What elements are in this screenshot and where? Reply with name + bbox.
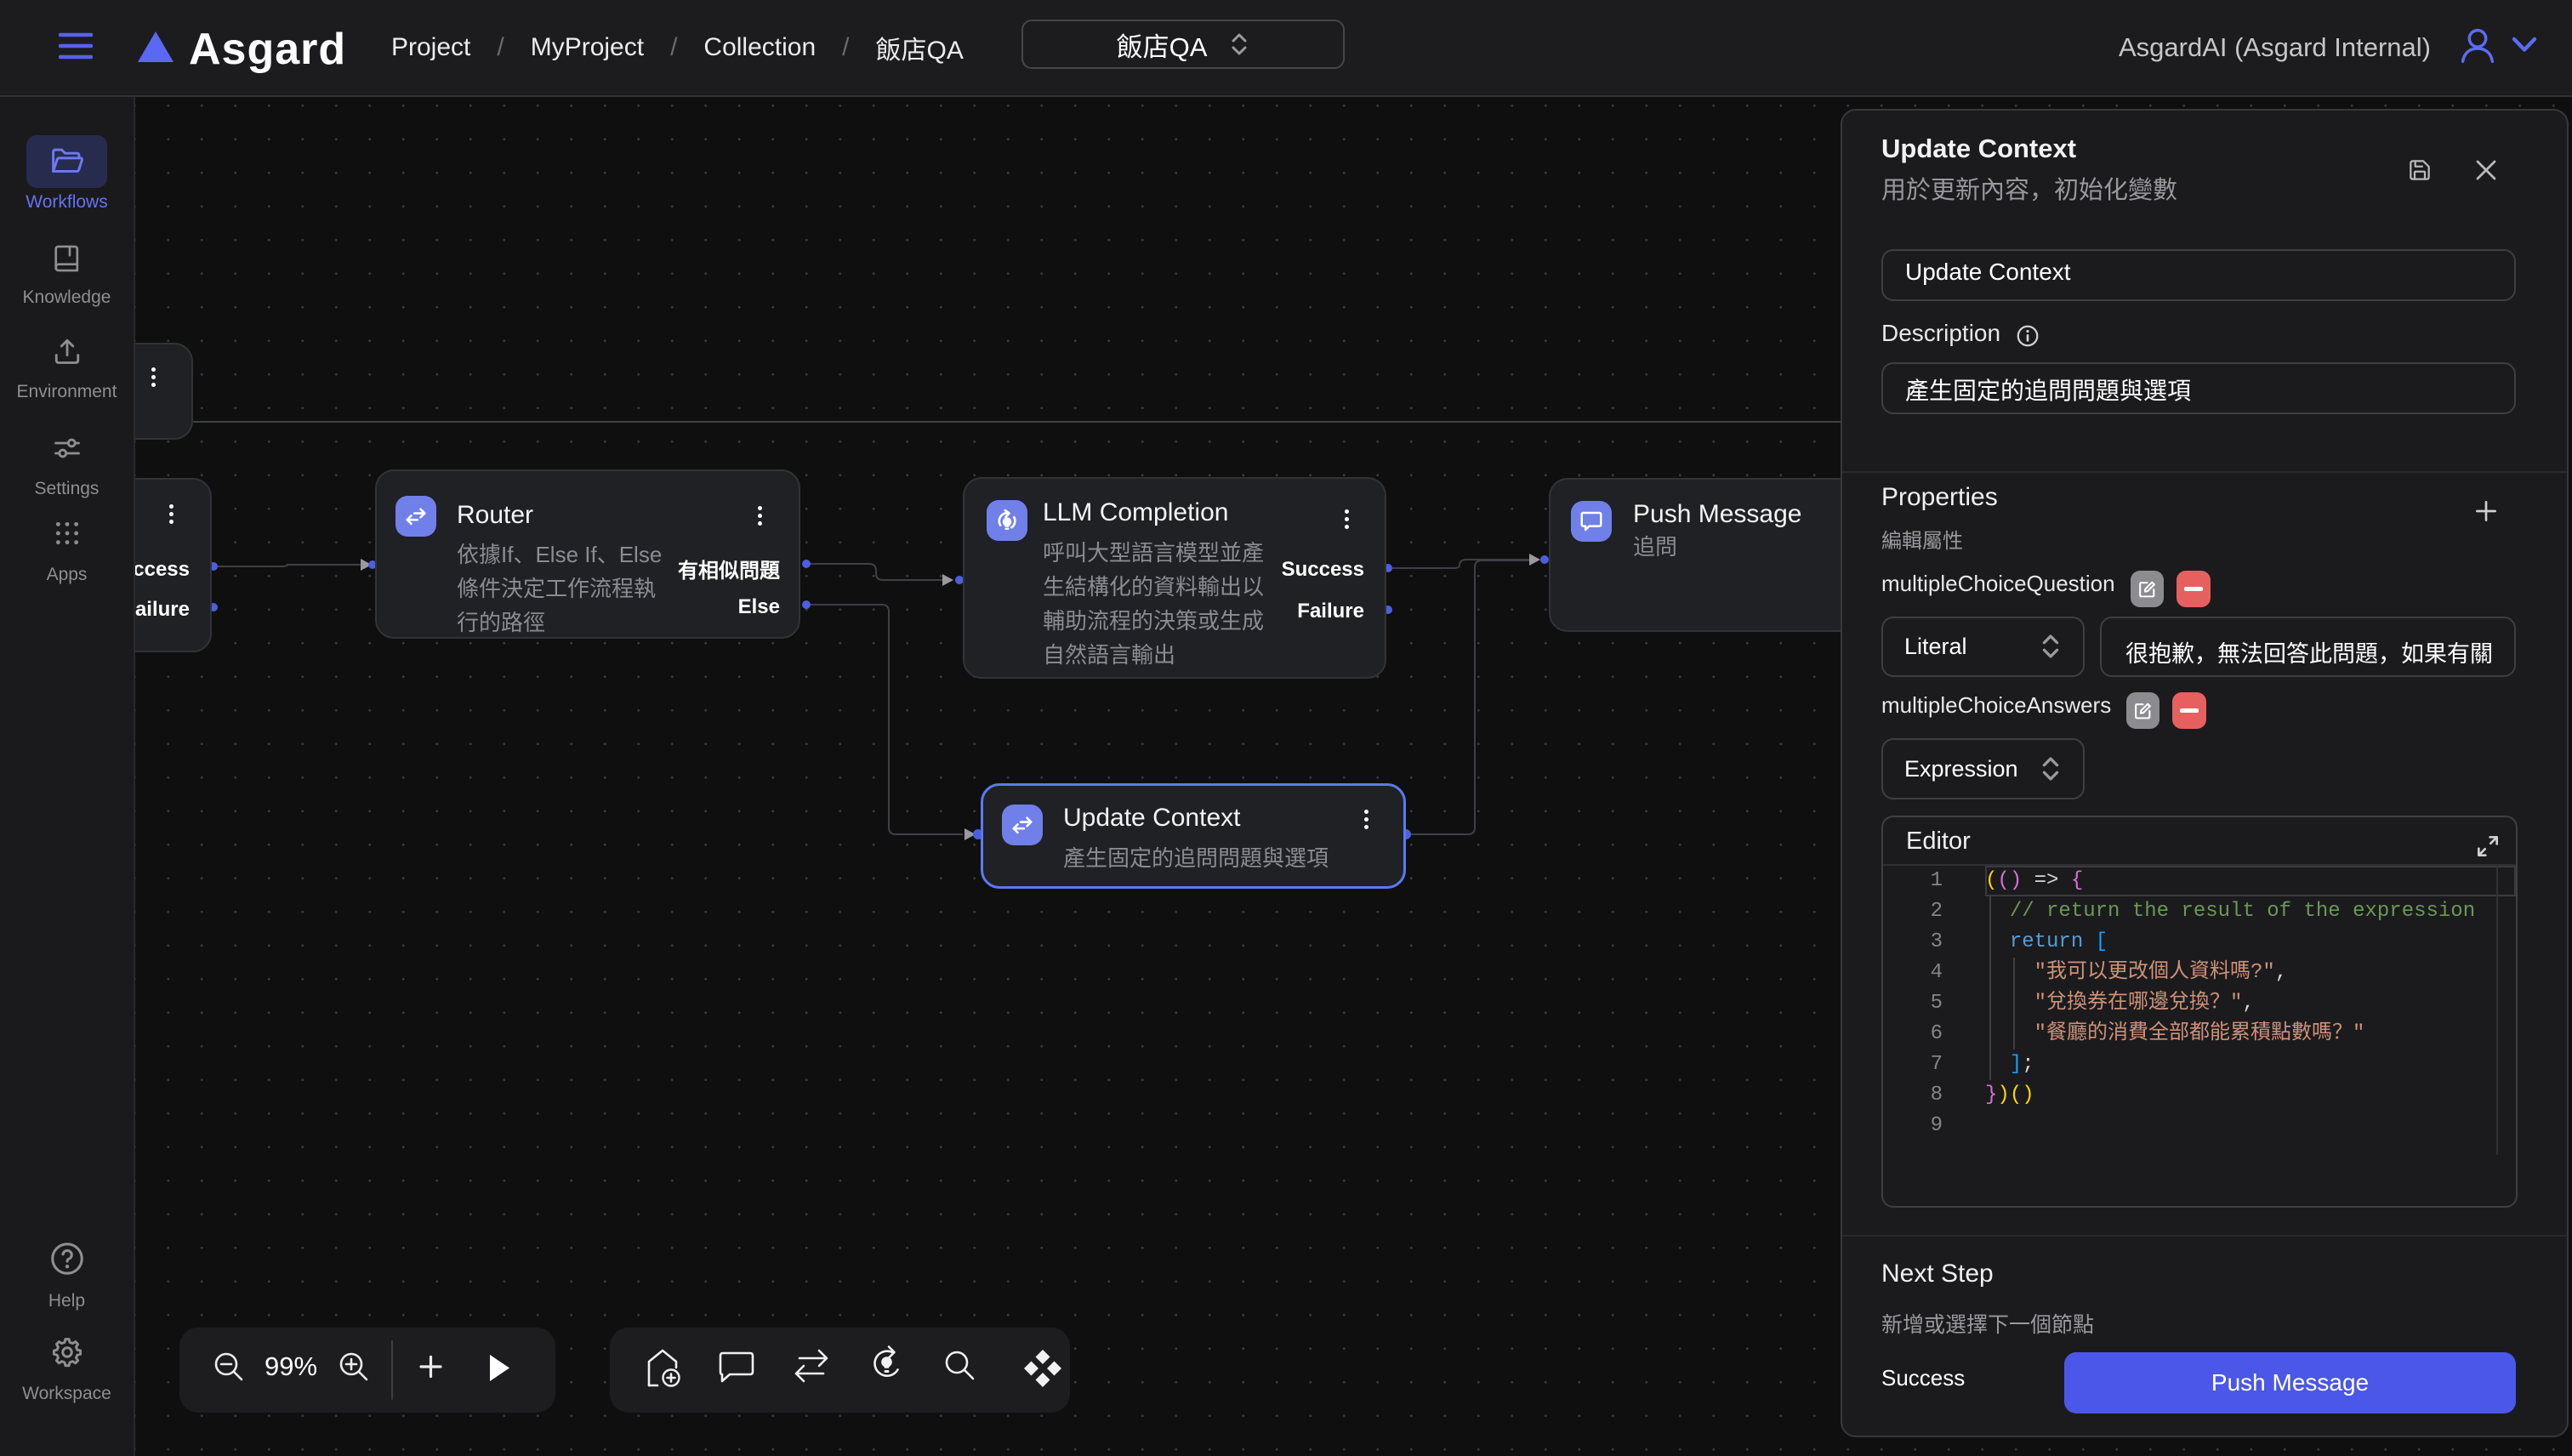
svg-text:99%: 99% xyxy=(265,1351,317,1381)
